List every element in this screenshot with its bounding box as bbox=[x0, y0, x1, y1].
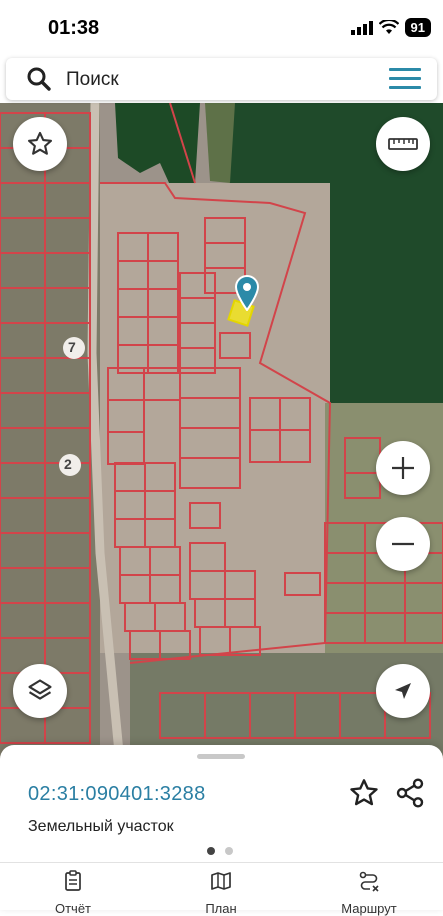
battery-indicator: 91 bbox=[404, 18, 431, 37]
star-icon bbox=[27, 131, 53, 155]
road-label-2: 2 bbox=[64, 456, 72, 472]
bottom-tab-bar: Отчёт План Маршрут bbox=[0, 870, 443, 916]
signal-icon bbox=[350, 20, 373, 35]
search-icon[interactable] bbox=[26, 66, 52, 92]
map-terrain bbox=[0, 103, 443, 763]
favorite-button[interactable] bbox=[13, 117, 67, 171]
search-input[interactable] bbox=[64, 64, 368, 96]
report-icon bbox=[65, 870, 81, 891]
share-icon[interactable] bbox=[394, 777, 426, 809]
minus-icon bbox=[392, 542, 414, 546]
divider bbox=[0, 862, 443, 863]
route-icon bbox=[359, 871, 379, 892]
layers-button[interactable] bbox=[13, 664, 67, 718]
layers-icon bbox=[28, 679, 52, 700]
status-bar: 01:38 91 bbox=[0, 0, 443, 56]
location-pin-icon bbox=[234, 275, 260, 311]
ruler-icon bbox=[388, 138, 418, 150]
map-plan-icon bbox=[211, 872, 231, 890]
tab-route-label: Маршрут bbox=[341, 901, 397, 916]
road-label-7: 7 bbox=[68, 339, 76, 355]
carousel-dot[interactable] bbox=[225, 847, 233, 855]
status-time: 01:38 bbox=[48, 17, 100, 39]
menu-icon[interactable] bbox=[389, 68, 421, 90]
status-icons: 91 bbox=[350, 18, 431, 37]
carousel-dots bbox=[207, 847, 233, 855]
carousel-dot-active[interactable] bbox=[207, 847, 215, 855]
sheet-drag-handle[interactable] bbox=[197, 754, 245, 759]
plus-icon bbox=[392, 457, 414, 479]
zoom-in-button[interactable] bbox=[376, 441, 430, 495]
my-location-button[interactable] bbox=[376, 664, 430, 718]
tab-plan[interactable]: План bbox=[161, 870, 281, 916]
star-icon[interactable] bbox=[348, 777, 380, 809]
wifi-icon bbox=[378, 20, 399, 34]
search-bar bbox=[6, 58, 437, 100]
navigation-arrow-icon bbox=[395, 683, 411, 699]
map-view[interactable]: 7 2 bbox=[0, 103, 443, 763]
cadastral-number[interactable]: 02:31:090401:3288 bbox=[28, 783, 206, 806]
zoom-out-button[interactable] bbox=[376, 517, 430, 571]
tab-plan-label: План bbox=[205, 901, 237, 916]
tab-report-label: Отчёт bbox=[54, 901, 92, 916]
tab-report[interactable]: Отчёт bbox=[13, 870, 133, 916]
ruler-button[interactable] bbox=[376, 117, 430, 171]
parcel-type: Земельный участок bbox=[28, 818, 174, 835]
tab-route[interactable]: Маршрут bbox=[309, 870, 429, 916]
